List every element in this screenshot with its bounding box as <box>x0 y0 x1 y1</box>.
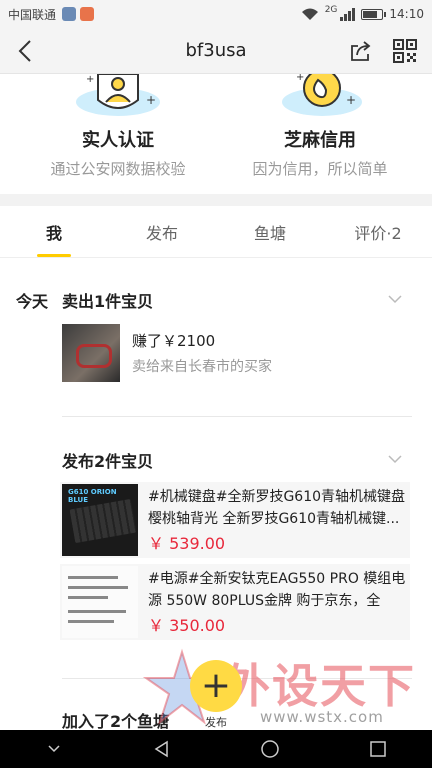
section-divider <box>0 194 432 206</box>
buyer-location: 卖给来自长春市的买家 <box>132 359 272 375</box>
listing-title: #电源#全新安钛克EAG550 PRO 模组电源 550W 80PLUS金牌 购… <box>148 571 406 609</box>
listing-title: #机械键盘#全新罗技G610青轴机械键盘樱桃轴背光 全新罗技G610青轴机械键.… <box>148 489 406 527</box>
divider <box>62 416 412 417</box>
clock: 14:10 <box>389 7 424 21</box>
sesame-credit-desc: 因为信用，所以简单 <box>252 160 388 178</box>
publish-label: 发布 <box>205 716 227 729</box>
sesame-credit-icon: + + <box>282 74 362 116</box>
battery-icon <box>361 8 387 20</box>
back-triangle-icon <box>154 740 168 758</box>
listing-price: ￥ 539.00 <box>148 534 226 553</box>
plus-icon: + <box>190 660 242 712</box>
power-supply-thumbnail <box>62 566 138 638</box>
real-name-title: 实人认证 <box>82 130 154 151</box>
svg-text:+: + <box>86 74 94 85</box>
published-group-title: 发布2件宝贝 <box>62 452 154 471</box>
notification-app-icon <box>62 7 77 21</box>
status-bar: 中国联通 2G 14:10 <box>0 0 432 28</box>
top-bar: bf3usa <box>0 28 432 74</box>
signal-icon <box>340 8 356 21</box>
notification-app-icon <box>80 7 95 21</box>
chevron-down-icon <box>48 745 60 753</box>
network-type-label: 2G <box>324 5 338 15</box>
day-label: 今天 <box>16 292 49 311</box>
profile-tabs: 我 发布 鱼塘 评价·2 <box>0 206 432 258</box>
svg-text:+: + <box>146 93 156 107</box>
system-nav-bar <box>0 730 432 768</box>
sold-item-thumbnail[interactable] <box>62 324 120 382</box>
real-name-desc: 通过公安网数据校验 <box>50 160 186 178</box>
recents-button[interactable] <box>363 734 393 764</box>
tab-reviews[interactable]: 评价·2 <box>324 206 432 257</box>
publish-button[interactable]: + 发布 <box>188 660 244 730</box>
listing-card[interactable]: G610 ORION BLUE #机械键盘#全新罗技G610青轴机械键盘樱桃轴背… <box>60 482 410 558</box>
sesame-credit-title: 芝麻信用 <box>284 130 356 151</box>
earned-amount: 赚了￥2100 <box>132 332 216 350</box>
tab-published[interactable]: 发布 <box>108 206 216 257</box>
sesame-credit-badge[interactable]: + + 芝麻信用 因为信用，所以简单 <box>222 74 418 179</box>
verification-section: + + 实人认证 通过公安网数据校验 + + 芝麻信用 因为信用，所以简单 <box>0 74 432 194</box>
share-icon[interactable] <box>348 38 374 64</box>
back-button[interactable] <box>147 734 177 764</box>
id-verified-icon: + + <box>76 74 160 116</box>
qr-code-icon[interactable] <box>392 38 418 64</box>
back-arrow-icon[interactable] <box>14 38 40 64</box>
svg-text:+: + <box>346 93 356 107</box>
svg-text:+: + <box>296 74 304 83</box>
fishpond-group-title: 加入了2个鱼塘 <box>62 712 170 730</box>
tab-me[interactable]: 我 <box>0 206 108 257</box>
sold-group-title: 卖出1件宝贝 <box>62 292 154 311</box>
chevron-down-icon[interactable] <box>388 452 402 466</box>
listing-card[interactable]: #电源#全新安钛克EAG550 PRO 模组电源 550W 80PLUS金牌 购… <box>60 564 410 640</box>
wifi-icon <box>301 8 318 20</box>
keyboard-thumbnail: G610 ORION BLUE <box>62 484 138 556</box>
home-circle-icon <box>261 740 279 758</box>
tab-fishpond[interactable]: 鱼塘 <box>216 206 324 257</box>
listing-price: ￥ 350.00 <box>148 616 226 635</box>
real-name-badge[interactable]: + + 实人认证 通过公安网数据校验 <box>20 74 216 179</box>
page-title: bf3usa <box>185 40 247 61</box>
carrier-label: 中国联通 <box>8 7 57 22</box>
collapse-nav-button[interactable] <box>39 734 69 764</box>
home-button[interactable] <box>255 734 285 764</box>
recents-square-icon <box>370 741 386 757</box>
chevron-down-icon[interactable] <box>388 292 402 306</box>
